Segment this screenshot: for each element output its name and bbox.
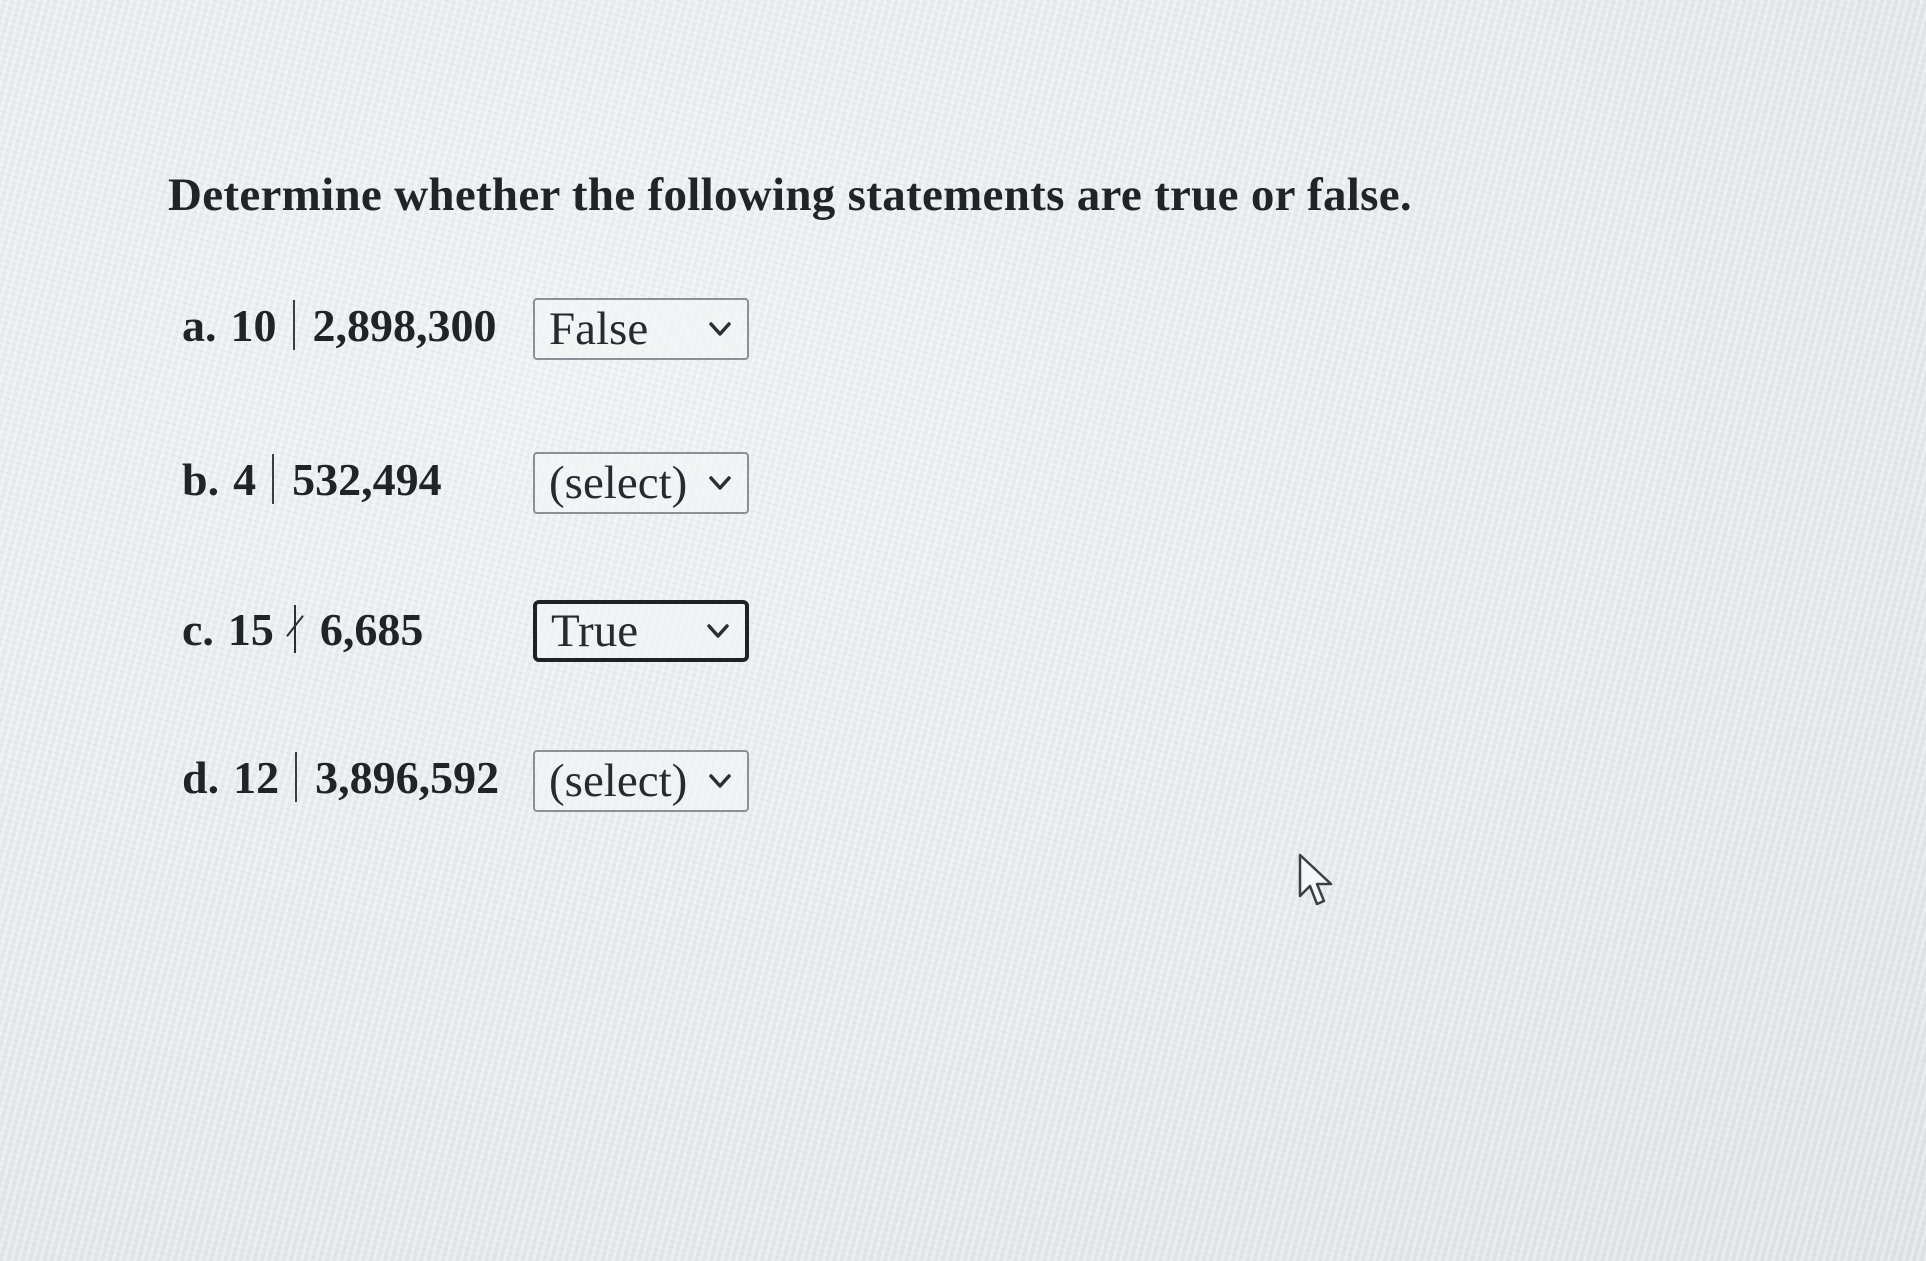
chevron-down-icon (709, 774, 731, 788)
answer-select-b[interactable]: (select) (533, 452, 749, 514)
divides-symbol (295, 752, 298, 802)
statement-dividend: 2,898,300 (312, 299, 497, 351)
statement-b: b. 4 532,494 (182, 446, 442, 512)
statement-dividend: 6,685 (319, 603, 424, 655)
chevron-down-icon (709, 476, 731, 490)
statement-letter: b. (182, 453, 220, 505)
statement-divisor: 12 (233, 751, 280, 803)
statement-divisor: 4 (233, 453, 257, 505)
answer-select-c[interactable]: True (533, 600, 749, 662)
mouse-cursor-icon (1298, 853, 1333, 906)
chevron-down-icon (707, 624, 729, 638)
answer-select-d[interactable]: (select) (533, 750, 749, 812)
does-not-divide-symbol (280, 603, 310, 655)
statement-divisor: 15 (227, 603, 274, 655)
statement-c: c. 15 6,685 (182, 596, 423, 662)
select-value: (select) (549, 457, 688, 509)
divides-symbol (272, 454, 275, 504)
statement-dividend: 532,494 (292, 453, 442, 505)
chevron-down-icon (709, 322, 731, 336)
question-prompt: Determine whether the following statemen… (168, 169, 1412, 221)
select-value: True (551, 605, 639, 657)
statement-dividend: 3,896,592 (315, 751, 500, 803)
select-value: (select) (549, 755, 688, 807)
select-value: False (549, 303, 649, 355)
statement-letter: c. (182, 603, 214, 655)
statement-a: a. 10 2,898,300 (182, 292, 497, 358)
statement-d: d. 12 3,896,592 (182, 744, 499, 810)
statement-letter: a. (182, 299, 217, 351)
divides-symbol (292, 300, 295, 350)
answer-select-a[interactable]: False (533, 298, 749, 360)
statement-letter: d. (182, 751, 220, 803)
statement-divisor: 10 (230, 299, 277, 351)
